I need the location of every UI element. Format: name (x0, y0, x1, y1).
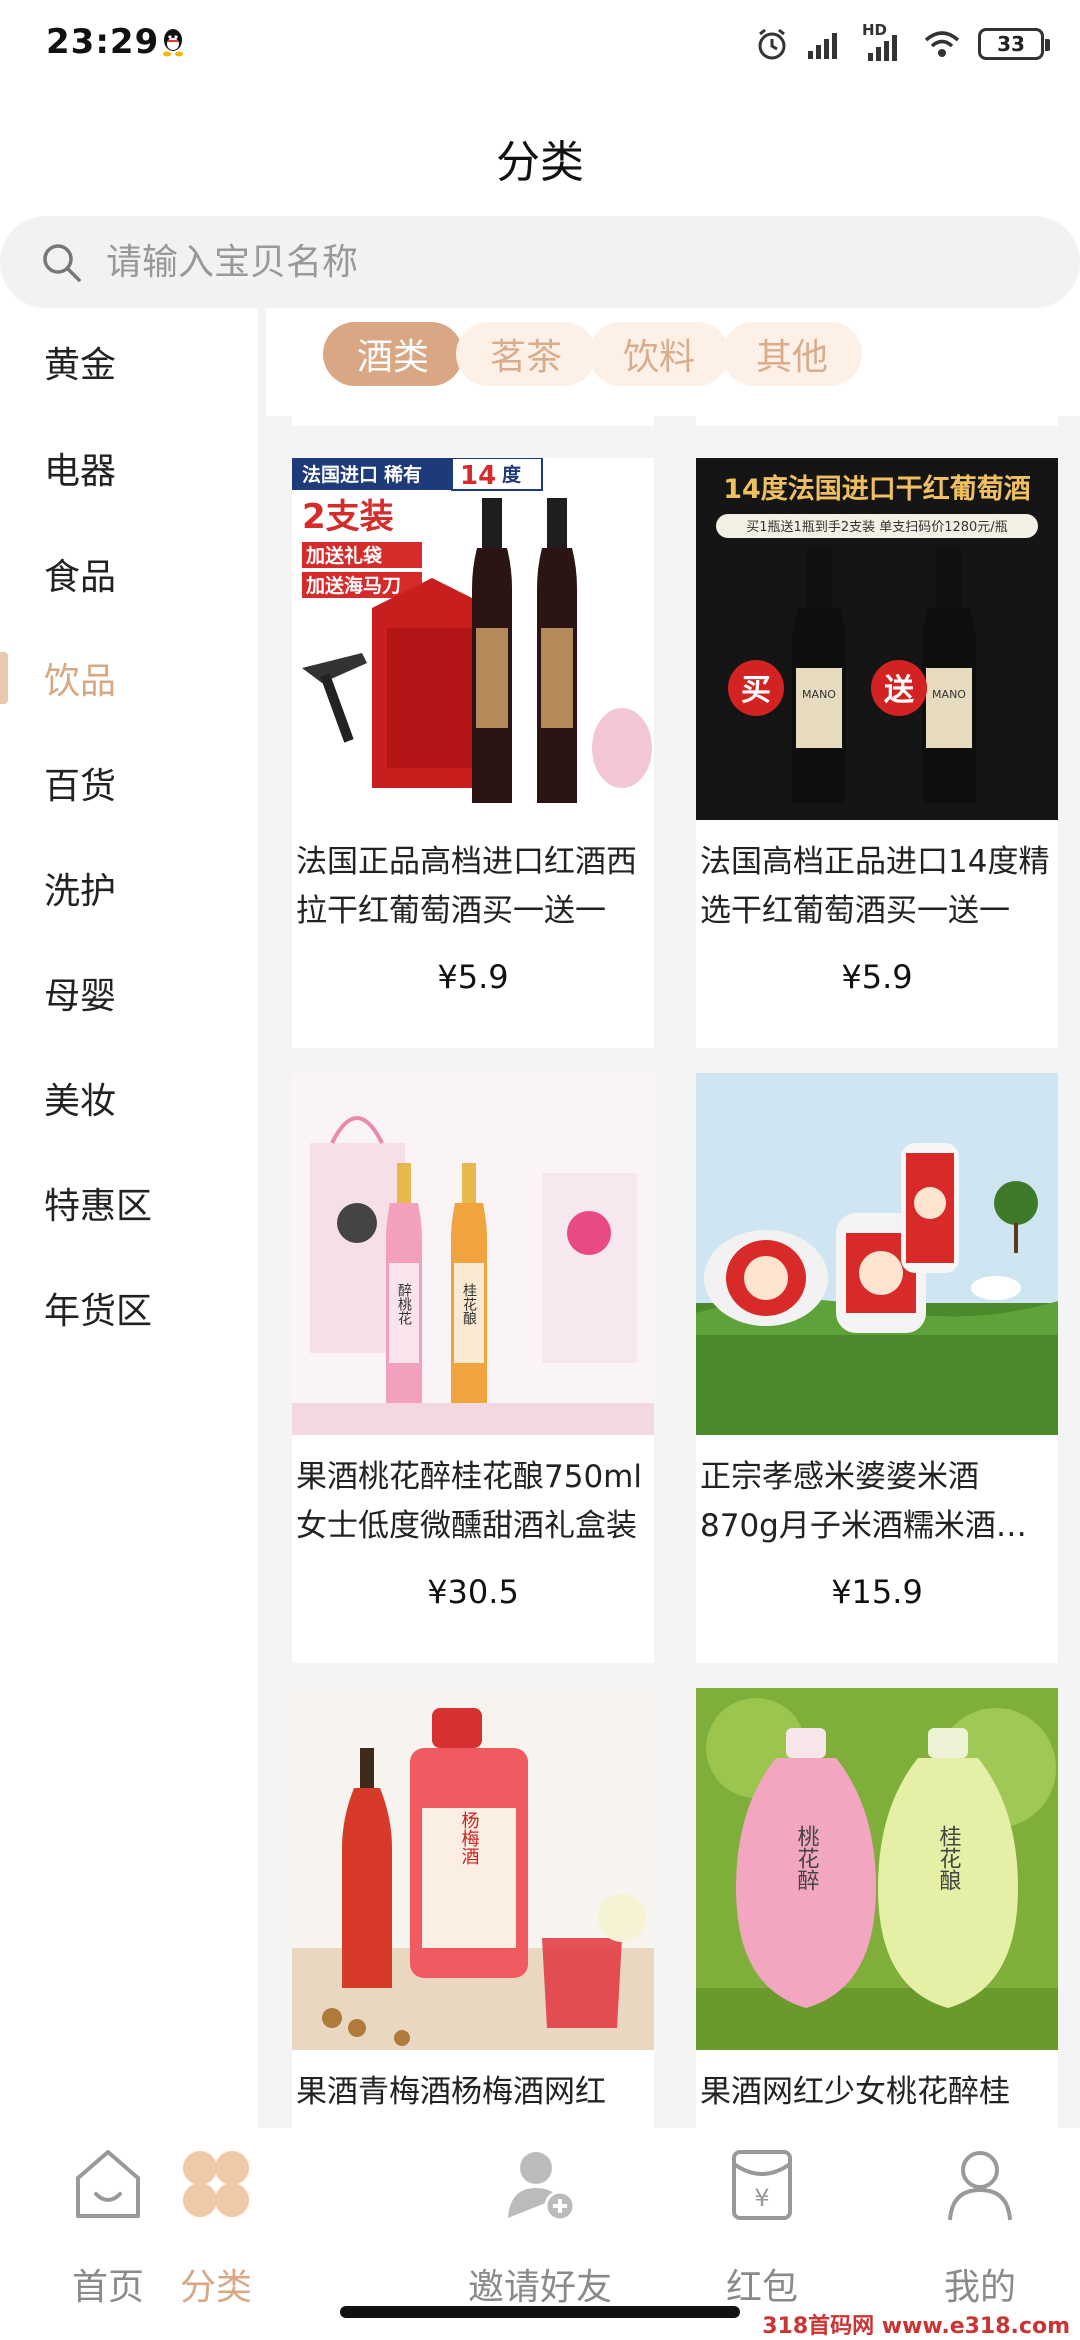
sidebar-item-drinks[interactable]: 饮品 (0, 628, 258, 728)
product-name: 果酒网红少女桃花醉桂 (700, 2074, 1010, 2110)
image-text-label: 桃花醉 (794, 1825, 820, 1891)
status-icons: HD 33 (754, 21, 1050, 64)
product-price: ¥5.9 (437, 958, 509, 996)
image-text-two-pack: 2支装 (302, 497, 394, 537)
image-text-label: 杨梅酒 (459, 1811, 480, 1865)
product-image: 14度法国进口干红葡萄酒 买1瓶送1瓶到手2支装 单支扫码价1280元/瓶 MA… (696, 458, 1058, 820)
card-fragment (696, 416, 1058, 426)
tab-beverages[interactable]: 饮料 (589, 322, 729, 386)
image-text-label: 桂花酿 (936, 1825, 962, 1891)
qq-icon (163, 29, 183, 57)
image-text-rare: 稀有 (384, 463, 422, 486)
alarm-icon (758, 28, 786, 60)
invite-friends-icon (508, 2152, 576, 2222)
sidebar-item-general-goods[interactable]: 百货 (0, 733, 258, 833)
signal-hd-icon: HD (862, 21, 906, 61)
image-text-degree: 14 (460, 461, 496, 491)
image-text-corkscrew: 加送海马刀 (305, 574, 401, 597)
product-name: 法国正品高档进口红酒西拉干红葡萄酒买一送一 (296, 844, 637, 929)
red-packet-icon: ¥ (732, 2150, 792, 2220)
image-text-buy: 买 (741, 673, 771, 708)
status-time: 23:29 (46, 22, 160, 62)
product-name: 果酒桃花醉桂花酿750ml女士低度微醺甜酒礼盒装 (296, 1459, 642, 1544)
tabbar-item-category[interactable]: 分类 (108, 2128, 324, 2340)
signal-icon (808, 33, 837, 59)
product-card[interactable]: 正宗孝感米婆婆米酒870g月子米酒糯米酒甜酒酿 ¥15.9 (696, 1073, 1058, 1663)
product-name: 法国高档正品进口14度精选干红葡萄酒买一送一 (700, 844, 1050, 929)
product-card[interactable]: 法国进口 稀有 14 度 2支装 加送礼袋 加送海马刀 法国正品高档进口红酒西拉… (292, 458, 654, 1048)
tabbar-label: 分类 (179, 2267, 252, 2308)
battery-indicator: 33 (978, 28, 1050, 60)
product-image (696, 1073, 1058, 1435)
red-packet-symbol: ¥ (754, 2184, 769, 2212)
image-text-headline: 14度法国进口干红葡萄酒 (723, 473, 1031, 505)
product-image: 桃花醉 桂花酿 (696, 1688, 1058, 2050)
search-bar[interactable] (0, 216, 1080, 308)
tabbar-label: 红包 (725, 2267, 798, 2308)
image-text-gift-bag: 加送礼袋 (305, 544, 383, 567)
home-indicator[interactable] (340, 2306, 740, 2318)
subcategory-tabs: 酒类 茗茶 饮料 其他 (266, 308, 1080, 416)
sidebar-item-wash-care[interactable]: 洗护 (0, 838, 258, 938)
profile-icon (948, 2151, 1012, 2221)
product-price: ¥5.9 (841, 958, 913, 996)
product-image: 法国进口 稀有 14 度 2支装 加送礼袋 加送海马刀 (292, 458, 654, 820)
tab-tea[interactable]: 茗茶 (456, 322, 596, 386)
sidebar-item-specials[interactable]: 特惠区 (0, 1153, 258, 1253)
tabbar-label: 邀请好友 (467, 2267, 612, 2308)
sidebar-item-food[interactable]: 食品 (0, 524, 258, 624)
image-text-brand: MANO (932, 688, 966, 701)
product-name: 正宗孝感米婆婆米酒870g月子米酒糯米酒甜酒酿 (700, 1459, 1027, 1544)
product-image: 杨梅酒 (292, 1688, 654, 2050)
product-card[interactable]: 桃花醉 桂花酿 果酒网红少女桃花醉桂 (696, 1688, 1058, 2128)
card-fragment (292, 416, 654, 426)
tabbar-label: 我的 (943, 2267, 1016, 2308)
tab-others[interactable]: 其他 (722, 322, 862, 386)
sidebar-item-appliances[interactable]: 电器 (0, 418, 258, 518)
sidebar-item-mother-baby[interactable]: 母婴 (0, 943, 258, 1043)
product-price: ¥30.5 (427, 1573, 519, 1611)
image-text-import: 法国进口 (302, 463, 378, 486)
sidebar-item-beauty[interactable]: 美妆 (0, 1048, 258, 1148)
image-text-sub: 买1瓶送1瓶到手2支装 单支扫码价1280元/瓶 (746, 520, 1007, 535)
product-card[interactable]: 醉桃花 桂花酿 果酒桃花醉桂花酿750ml女士低度微醺甜酒礼盒装 ¥30.5 (292, 1073, 654, 1663)
product-area: 酒类 茗茶 饮料 其他 法国进口 稀有 14 度 2支装 加送礼袋 加送海马刀 (258, 308, 1080, 2128)
image-text-give: 送 (884, 673, 914, 708)
wifi-icon (924, 31, 960, 57)
image-text-brand: MANO (802, 688, 836, 701)
sidebar-item-new-year[interactable]: 年货区 (0, 1258, 258, 1358)
product-price: ¥15.9 (831, 1573, 923, 1611)
search-input[interactable] (106, 241, 906, 283)
search-icon (43, 244, 81, 282)
watermark: 318首码网 www.e318.com (762, 2314, 1070, 2339)
page-title: 分类 (496, 137, 584, 188)
sidebar-item-gold[interactable]: 黄金 (0, 312, 258, 412)
status-bar: 23:29 HD 33 (0, 0, 1080, 90)
category-sidebar: 黄金 电器 食品 饮品 百货 洗护 母婴 美妆 特惠区 年货区 (0, 308, 258, 2128)
product-card[interactable]: 14度法国进口干红葡萄酒 买1瓶送1瓶到手2支装 单支扫码价1280元/瓶 MA… (696, 458, 1058, 1048)
category-icon (183, 2151, 249, 2217)
image-text-label: 桂花酿 (461, 1283, 477, 1325)
product-image: 醉桃花 桂花酿 (292, 1073, 654, 1435)
product-name: 果酒青梅酒杨梅酒网红 (296, 2074, 606, 2110)
tab-liquor[interactable]: 酒类 (323, 322, 463, 386)
image-text-degree-unit: 度 (502, 463, 522, 486)
image-text-label: 醉桃花 (396, 1283, 412, 1326)
product-card[interactable]: 杨梅酒 果酒青梅酒杨梅酒网红 (292, 1688, 654, 2128)
